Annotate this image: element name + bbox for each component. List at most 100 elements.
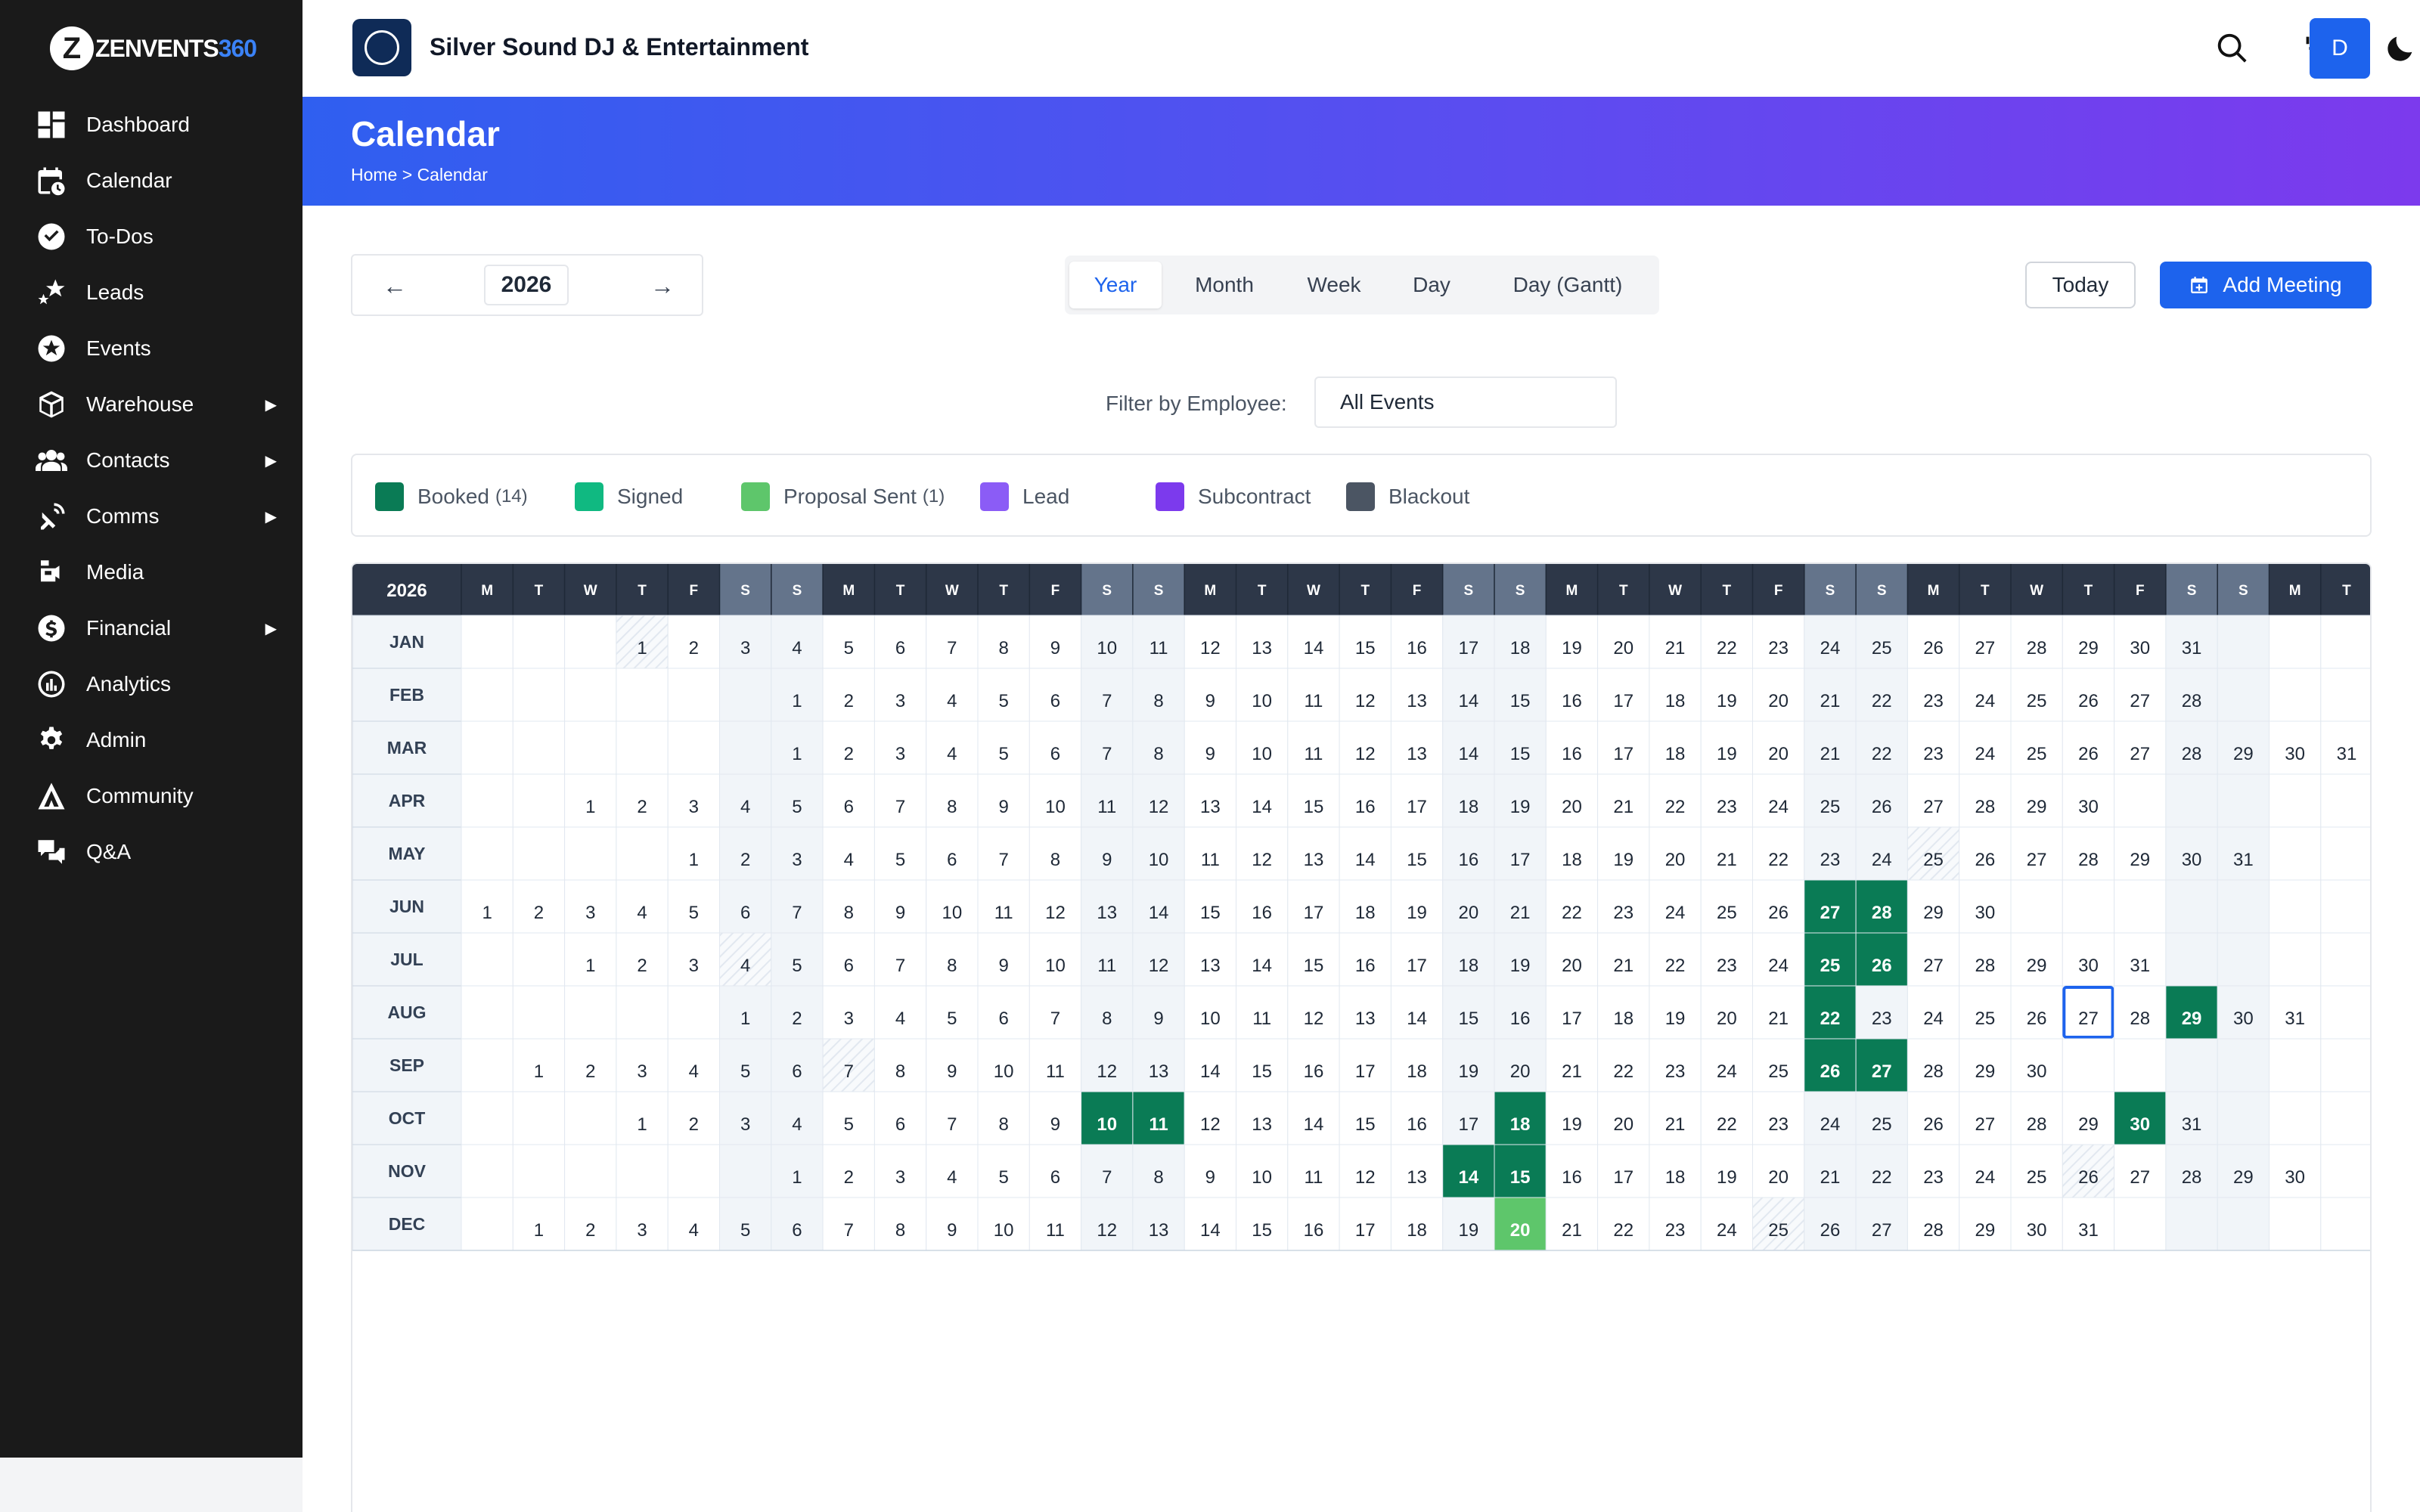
day-number[interactable]: 7 [1102,691,1112,711]
day-number[interactable]: 28 [1975,956,1995,976]
day-number[interactable]: 3 [637,1061,647,1082]
day-number[interactable]: 25 [1717,903,1737,923]
day-number[interactable]: 26 [1820,1220,1841,1241]
day-number[interactable]: 20 [1613,1114,1634,1135]
day-number[interactable]: 23 [1717,956,1737,976]
day-number[interactable]: 27 [2130,691,2150,711]
day-number[interactable]: 30 [1975,903,1995,923]
day-number[interactable]: 13 [1252,638,1272,658]
day-number[interactable]: 4 [792,1114,802,1135]
day-number[interactable]: 17 [1355,1220,1376,1241]
day-number[interactable]: 19 [1458,1220,1478,1241]
day-number[interactable]: 13 [1304,850,1324,870]
legend-item-booked[interactable]: Booked (14) [375,482,528,511]
day-number[interactable]: 14 [1458,744,1478,764]
day-number[interactable]: 20 [1562,797,1582,817]
day-number[interactable]: 21 [1768,1009,1789,1029]
day-number[interactable]: 25 [1768,1061,1789,1082]
day-number[interactable]: 12 [1097,1061,1117,1082]
day-number[interactable]: 15 [1304,956,1324,976]
day-number[interactable]: 24 [1975,1167,1995,1188]
day-number[interactable]: 15 [1355,638,1376,658]
day-number[interactable]: 20 [1510,1220,1531,1241]
day-number[interactable]: 25 [1872,638,1892,658]
day-number[interactable]: 10 [1200,1009,1221,1029]
day-number[interactable]: 12 [1200,1114,1221,1135]
day-number[interactable]: 8 [1050,850,1060,870]
day-number[interactable]: 15 [1407,850,1427,870]
day-number[interactable]: 7 [947,1114,957,1135]
day-number[interactable]: 19 [1458,1061,1478,1082]
day-number[interactable]: 29 [2233,1167,2254,1188]
day-number[interactable]: 4 [689,1220,699,1241]
day-number[interactable]: 2 [637,797,647,817]
day-number[interactable]: 23 [1768,1114,1789,1135]
today-button[interactable]: Today [2025,262,2136,308]
day-number[interactable]: 29 [2233,744,2254,764]
day-number[interactable]: 18 [1665,744,1686,764]
expand-arrow-icon[interactable]: ▶ [265,395,277,414]
day-number[interactable]: 28 [2027,1114,2047,1135]
day-number[interactable]: 6 [792,1061,802,1082]
day-number[interactable]: 23 [1665,1061,1686,1082]
day-number[interactable]: 29 [2130,850,2150,870]
day-number[interactable]: 10 [1252,744,1272,764]
day-number[interactable]: 17 [1407,797,1427,817]
sidebar-item-contacts[interactable]: Contacts ▶ [0,432,302,488]
day-number[interactable]: 21 [1820,1167,1841,1188]
day-number[interactable]: 26 [1975,850,1995,870]
day-number[interactable]: 9 [1205,744,1215,764]
day-number[interactable]: 24 [1820,1114,1841,1135]
day-number[interactable]: 14 [1252,956,1272,976]
day-number[interactable]: 9 [1050,1114,1060,1135]
day-number[interactable]: 2 [585,1220,595,1241]
day-number[interactable]: 6 [895,1114,905,1135]
sidebar-item-media[interactable]: Media [0,544,302,600]
day-number[interactable]: 20 [1458,903,1478,923]
day-number[interactable]: 19 [1613,850,1634,870]
day-number[interactable]: 24 [1717,1220,1737,1241]
legend-item-signed[interactable]: Signed [575,482,683,511]
day-number[interactable]: 13 [1097,903,1117,923]
day-number[interactable]: 19 [1717,691,1737,711]
day-number[interactable]: 19 [1665,1009,1686,1029]
day-number[interactable]: 14 [1458,1167,1478,1188]
sidebar-item-community[interactable]: Community [0,768,302,824]
day-number[interactable]: 8 [895,1220,905,1241]
day-number[interactable]: 11 [1201,850,1220,870]
day-number[interactable]: 16 [1562,744,1582,764]
day-number[interactable]: 20 [1768,1167,1789,1188]
day-number[interactable]: 8 [895,1061,905,1082]
tab-day-gantt[interactable]: Day (Gantt) [1482,262,1653,308]
day-number[interactable]: 26 [1872,956,1892,976]
day-number[interactable]: 16 [1355,956,1376,976]
day-number[interactable]: 14 [1304,638,1324,658]
day-number[interactable]: 12 [1200,638,1221,658]
sidebar-item-leads[interactable]: Leads [0,265,302,321]
day-number[interactable]: 13 [1355,1009,1376,1029]
day-number[interactable]: 19 [1562,1114,1582,1135]
day-number[interactable]: 6 [1050,744,1060,764]
day-number[interactable]: 5 [998,744,1008,764]
day-number[interactable]: 30 [2233,1009,2254,1029]
day-number[interactable]: 12 [1355,691,1376,711]
day-number[interactable]: 7 [895,797,905,817]
day-number[interactable]: 3 [895,744,905,764]
day-number[interactable]: 1 [585,956,595,976]
day-number[interactable]: 16 [1407,638,1427,658]
day-number[interactable]: 25 [2027,744,2047,764]
day-number[interactable]: 27 [2130,744,2150,764]
day-number[interactable]: 22 [1613,1061,1634,1082]
day-number[interactable]: 25 [1872,1114,1892,1135]
day-number[interactable]: 2 [534,903,544,923]
day-number[interactable]: 24 [1872,850,1892,870]
day-number[interactable]: 21 [1613,797,1634,817]
day-number[interactable]: 27 [1820,903,1841,923]
day-number[interactable]: 2 [844,744,854,764]
day-number[interactable]: 4 [637,903,647,923]
day-number[interactable]: 10 [1252,1167,1272,1188]
day-number[interactable]: 4 [947,691,957,711]
day-number[interactable]: 24 [1768,956,1789,976]
day-number[interactable]: 26 [1872,797,1892,817]
day-number[interactable]: 11 [1150,638,1168,658]
